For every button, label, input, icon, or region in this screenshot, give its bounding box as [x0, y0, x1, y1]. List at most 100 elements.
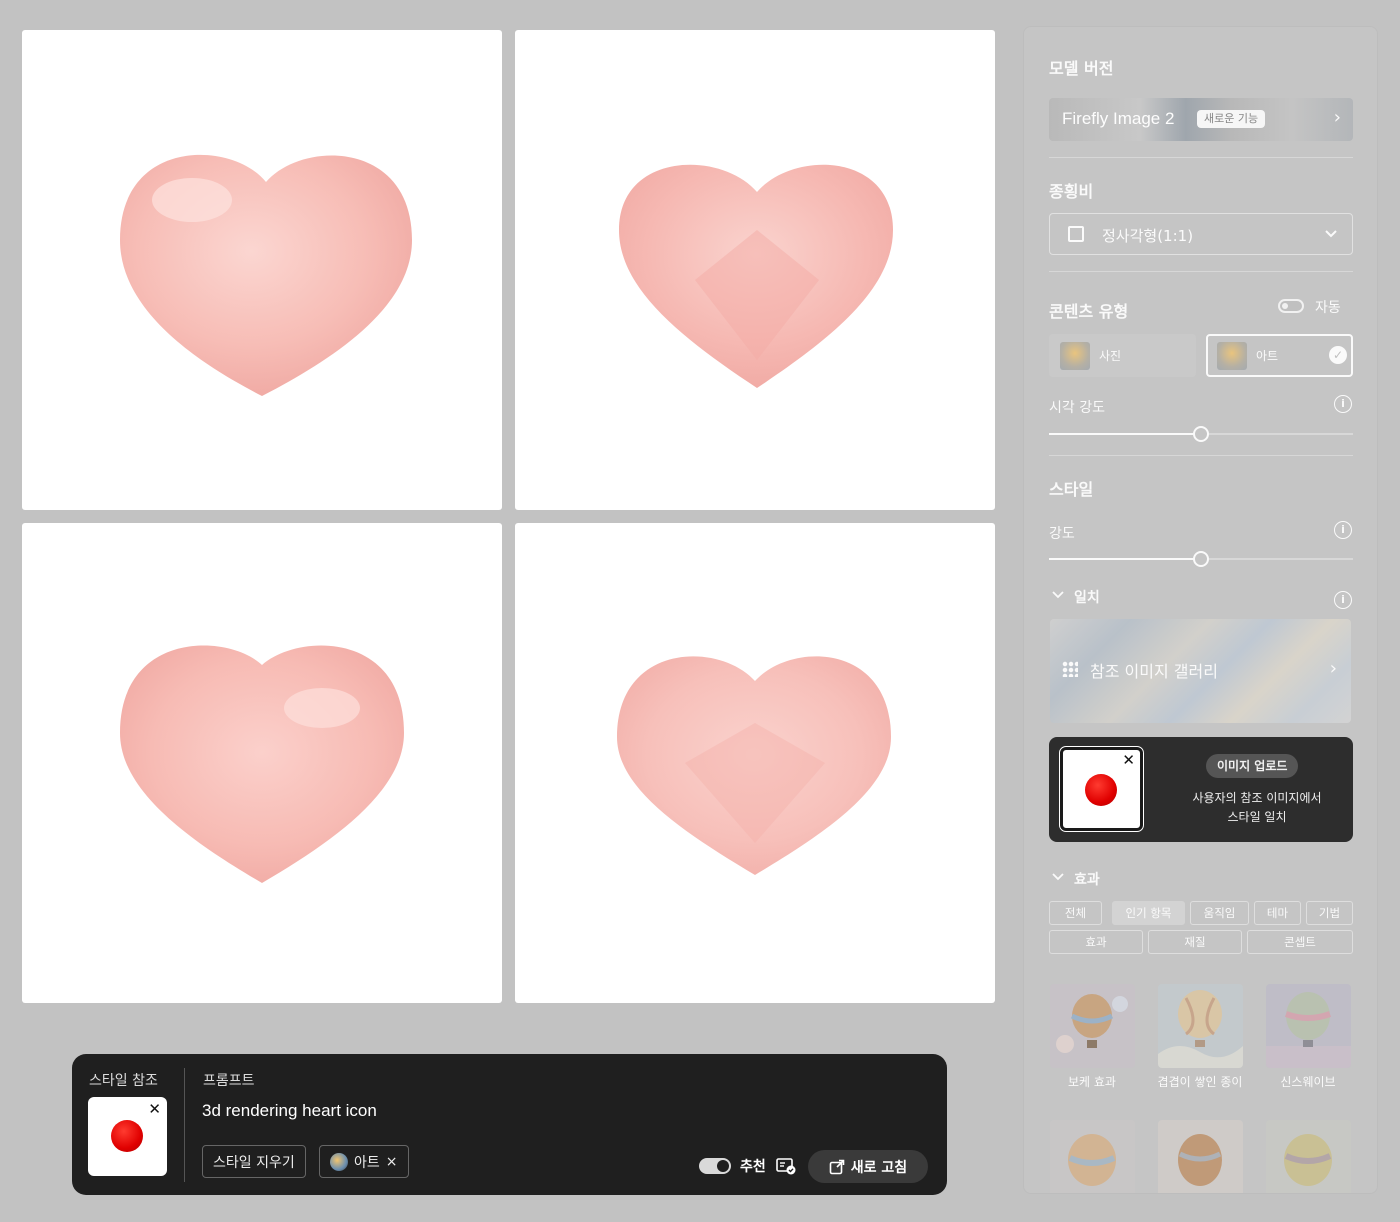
tag-motion[interactable]: 움직임	[1190, 901, 1249, 925]
tag-technique[interactable]: 기법	[1306, 901, 1353, 925]
result-image-4[interactable]	[515, 523, 995, 1003]
new-feature-badge: 새로운 기능	[1197, 110, 1266, 128]
style-match-upload-card: ✕ 이미지 업로드 사용자의 참조 이미지에서 스타일 일치	[1049, 737, 1353, 842]
slider-handle[interactable]	[1193, 426, 1209, 442]
refresh-icon	[829, 1159, 845, 1174]
tag-effect[interactable]: 효과	[1049, 930, 1143, 954]
chevron-down-icon	[1325, 230, 1337, 238]
reference-gallery-label: 참조 이미지 갤러리	[1090, 662, 1218, 681]
balloon-image	[1158, 984, 1243, 1068]
style-reference-title: 스타일 참조	[89, 1073, 158, 1089]
tag-material[interactable]: 재질	[1148, 930, 1242, 954]
slider-fill	[1049, 433, 1201, 435]
upload-description-line2: 스타일 일치	[1227, 810, 1287, 824]
settings-panel: 모델 버전 Firefly Image 2 새로운 기능 › 종횡비 정사각형(…	[1023, 26, 1378, 1194]
divider	[1049, 455, 1353, 456]
tag-all[interactable]: 전체	[1049, 901, 1102, 925]
effect-item[interactable]	[1158, 1120, 1243, 1193]
result-image-3[interactable]	[22, 523, 502, 1003]
recommend-label: 추천	[740, 1159, 766, 1175]
refresh-button[interactable]: 새로 고침	[808, 1150, 928, 1183]
slider-fill	[1049, 558, 1201, 560]
divider	[1049, 271, 1353, 272]
prompt-bar: 스타일 참조 ✕ 프롬프트 3d rendering heart icon 스타…	[72, 1054, 947, 1195]
grid-icon	[1062, 661, 1078, 677]
effect-layered-paper-label: 겹겹이 쌓인 종이	[1157, 1075, 1243, 1089]
effect-bokeh-label: 보케 효과	[1068, 1075, 1116, 1089]
prompt-input[interactable]: 3d rendering heart icon	[202, 1101, 377, 1121]
close-icon[interactable]: ✕	[148, 1100, 161, 1118]
art-chip[interactable]: 아트 ×	[319, 1145, 409, 1178]
square-icon	[1068, 226, 1084, 242]
info-icon[interactable]: i	[1334, 521, 1352, 539]
balloon-image	[1266, 1120, 1351, 1193]
close-icon[interactable]: ✕	[1122, 751, 1135, 769]
check-icon: ✓	[1329, 346, 1347, 364]
art-thumbnail-icon	[330, 1152, 348, 1171]
effect-layered-paper[interactable]	[1158, 984, 1243, 1068]
content-type-art[interactable]: 아트 ✓	[1206, 334, 1353, 377]
remove-chip-icon[interactable]: ×	[386, 1154, 398, 1170]
match-title: 일치	[1074, 590, 1100, 606]
chevron-down-icon[interactable]	[1052, 590, 1064, 600]
balloon-image	[1050, 984, 1135, 1068]
tag-popular[interactable]: 인기 항목	[1112, 901, 1185, 925]
upload-description: 사용자의 참조 이미지에서 스타일 일치	[1167, 789, 1347, 827]
recommend-toggle[interactable]	[699, 1158, 731, 1174]
effect-synthwave[interactable]	[1266, 984, 1351, 1068]
prompt-title: 프롬프트	[203, 1073, 255, 1089]
red-dot-image	[111, 1120, 143, 1152]
model-version-selector[interactable]: Firefly Image 2 새로운 기능 ›	[1049, 98, 1353, 141]
style-reference-thumbnail[interactable]: ✕	[88, 1097, 167, 1176]
aspect-ratio-value: 정사각형(1:1)	[1102, 227, 1194, 245]
chevron-right-icon: ›	[1333, 107, 1341, 128]
balloon-image	[1158, 1120, 1243, 1193]
content-type-art-label: 아트	[1256, 349, 1279, 363]
photo-thumbnail-icon	[1060, 342, 1090, 370]
chevron-right-icon: ›	[1329, 658, 1337, 679]
aspect-ratio-select[interactable]: 정사각형(1:1)	[1049, 213, 1353, 255]
balloon-image	[1266, 984, 1351, 1068]
tag-theme[interactable]: 테마	[1254, 901, 1301, 925]
balloon-image	[1050, 1120, 1135, 1193]
tag-concept[interactable]: 콘셉트	[1247, 930, 1353, 954]
slider-handle[interactable]	[1193, 551, 1209, 567]
divider	[184, 1068, 185, 1182]
effect-item[interactable]	[1266, 1120, 1351, 1193]
uploaded-reference-thumbnail[interactable]: ✕	[1059, 746, 1144, 832]
effect-synthwave-label: 신스웨이브	[1280, 1075, 1336, 1089]
recommend-settings-icon[interactable]	[776, 1157, 796, 1175]
content-type-title: 콘텐츠 유형	[1049, 302, 1129, 321]
model-name: Firefly Image 2	[1062, 109, 1175, 128]
content-type-photo-label: 사진	[1099, 349, 1122, 363]
auto-toggle[interactable]	[1278, 299, 1304, 313]
effects-title: 효과	[1074, 872, 1100, 888]
strength-label: 강도	[1049, 526, 1075, 542]
heart-image	[120, 154, 412, 396]
info-icon[interactable]: i	[1334, 395, 1352, 413]
style-title: 스타일	[1049, 480, 1094, 499]
heart-image	[617, 656, 891, 875]
content-type-photo[interactable]: 사진	[1049, 334, 1196, 377]
info-icon[interactable]: i	[1334, 591, 1352, 609]
heart-image	[120, 645, 404, 883]
art-thumbnail-icon	[1217, 342, 1247, 370]
result-image-1[interactable]	[22, 30, 502, 510]
effect-bokeh[interactable]	[1050, 984, 1135, 1068]
reference-image-gallery[interactable]: 참조 이미지 갤러리 ›	[1050, 619, 1351, 723]
heart-image	[619, 164, 893, 388]
effect-item[interactable]	[1050, 1120, 1135, 1193]
visual-intensity-slider[interactable]	[1049, 426, 1353, 442]
upload-image-button[interactable]: 이미지 업로드	[1206, 754, 1299, 778]
style-strength-slider[interactable]	[1049, 551, 1353, 567]
art-chip-label: 아트	[354, 1154, 380, 1171]
result-image-2[interactable]	[515, 30, 995, 510]
refresh-label: 새로 고침	[850, 1159, 908, 1176]
visual-intensity-label: 시각 강도	[1049, 400, 1105, 416]
red-dot-image	[1085, 774, 1117, 806]
divider	[1049, 157, 1353, 158]
clear-style-label: 스타일 지우기	[213, 1154, 295, 1171]
chevron-down-icon[interactable]	[1052, 872, 1064, 882]
clear-style-button[interactable]: 스타일 지우기	[202, 1145, 306, 1178]
upload-description-line1: 사용자의 참조 이미지에서	[1192, 791, 1322, 805]
